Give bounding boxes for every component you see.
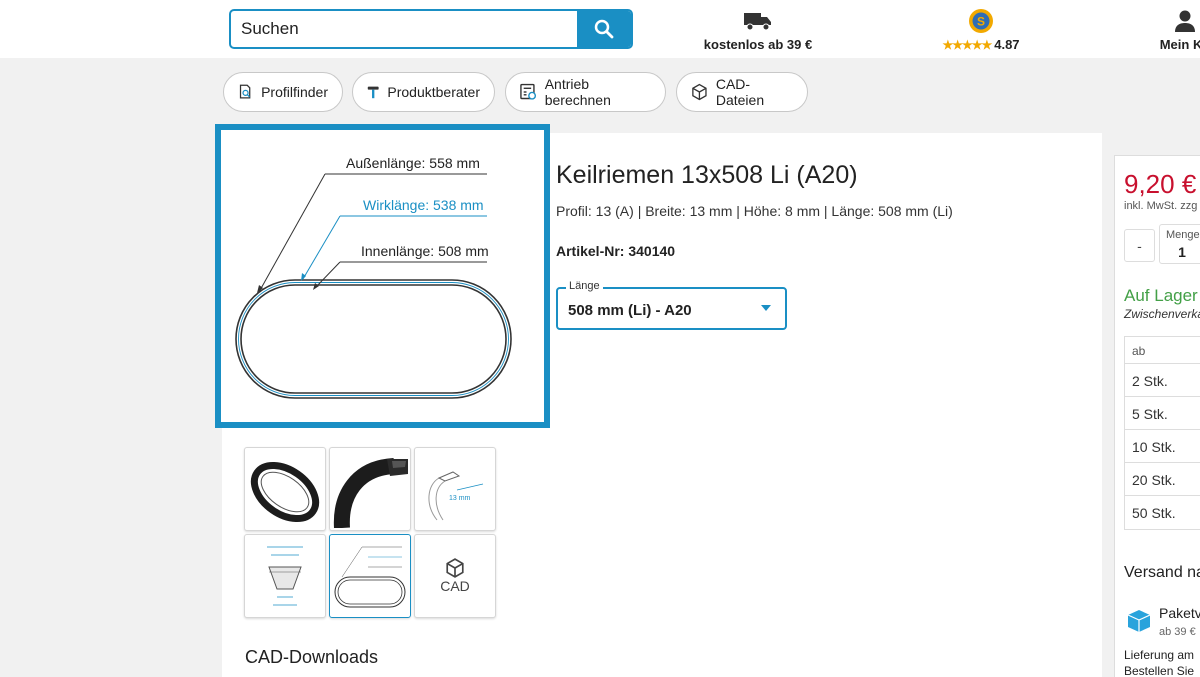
quantity-decrease-button[interactable]: - [1124, 229, 1155, 262]
search-icon [594, 19, 614, 39]
chip-label: Produktberater [387, 84, 480, 100]
quantity-field[interactable]: Menge 1 [1159, 224, 1200, 264]
length-select[interactable]: Länge 508 mm (Li) - A20 [556, 280, 787, 330]
belt-length-diagram: Außenlänge: 558 mm Wirklänge: 538 mm Inn… [235, 155, 512, 399]
thumb-dimension: 13 mm [449, 495, 471, 502]
cube-icon [446, 558, 464, 578]
advisor-icon [367, 86, 379, 99]
cad-thumb-label: CAD [440, 578, 470, 594]
profile-search-icon [239, 84, 251, 99]
length-select-value: 508 mm (Li) - A20 [568, 302, 692, 319]
cube-icon [692, 83, 707, 101]
chip-label: Profilfinder [261, 84, 328, 100]
product-specs: Profil: 13 (A) | Breite: 13 mm | Höhe: 8… [556, 203, 953, 219]
order-by-line: Bestellen Sie [1124, 664, 1195, 677]
tier-row: 50 Stk. [1132, 505, 1176, 521]
tier-row: 10 Stk. [1125, 430, 1200, 463]
search-bar [229, 9, 633, 49]
pitch-length-label: Wirklänge: 538 mm [363, 197, 484, 213]
shipping-label: kostenlos ab 39 € [703, 37, 813, 52]
truck-icon [744, 13, 771, 31]
thumbnail-belt-length[interactable] [329, 534, 411, 618]
trusted-shops-icon: S [969, 9, 993, 33]
thumbnail-cad[interactable]: CAD [414, 534, 496, 618]
thumbnail-belt-profile[interactable] [244, 534, 326, 618]
quantity-label: Menge [1166, 229, 1200, 241]
outer-length-label: Außenlänge: 558 mm [346, 155, 480, 171]
free-shipping-info[interactable]: kostenlos ab 39 € [700, 8, 816, 52]
price-tax-note: inkl. MwSt. zzg [1124, 200, 1198, 212]
tier-header: ab [1125, 337, 1200, 364]
package-shipping-label: Paketv [1159, 605, 1200, 621]
length-select-label: Länge [566, 280, 603, 292]
shipping-heading: Versand na [1124, 564, 1200, 581]
belt-width-drawing: 13 mm [428, 471, 484, 521]
user-icon [1175, 10, 1195, 32]
cad-dateien-button[interactable]: CAD-Dateien [676, 72, 808, 112]
search-button[interactable] [577, 11, 631, 47]
price: 9,20 € [1124, 169, 1197, 199]
tier-row: 5 Stk. [1125, 397, 1200, 430]
shop-rating[interactable]: S ★★★★★ 4.87 [925, 8, 1037, 52]
belt-ring-image [250, 461, 320, 523]
inner-length-label: Innenlänge: 508 mm [361, 243, 489, 259]
produktberater-button[interactable]: Produktberater [352, 72, 495, 112]
package-icon [1127, 610, 1151, 632]
stock-status: Auf Lager [1124, 286, 1198, 305]
svg-text:S: S [977, 15, 985, 29]
chip-label: Antrieb berechnen [544, 76, 611, 108]
profilfinder-button[interactable]: Profilfinder [223, 72, 343, 112]
cad-downloads-heading: CAD-Downloads [245, 647, 379, 667]
quantity-discount-table: ab 2 Stk. 5 Stk. 10 Stk. 20 Stk. 50 Stk. [1124, 336, 1200, 530]
quantity-value[interactable]: 1 [1160, 244, 1200, 260]
tier-row: 2 Stk. [1125, 364, 1200, 397]
account-label: Mein Ko [1159, 37, 1200, 52]
article-number: Artikel-Nr: 340140 [556, 243, 676, 259]
belt-length-mini-drawing [334, 546, 406, 608]
product-title: Keilriemen 13x508 Li (A20) [556, 161, 858, 189]
thumbnail-belt-ring[interactable] [244, 447, 326, 531]
thumbnail-belt-width[interactable]: 13 mm [414, 447, 496, 531]
product-main-image[interactable]: Außenlänge: 558 mm Wirklänge: 538 mm Inn… [215, 124, 550, 428]
delivery-date-line: Lieferung am [1124, 648, 1195, 662]
site-header: kostenlos ab 39 € S ★★★★★ 4.87 Mein Ko [0, 0, 1200, 58]
buy-panel: 9,20 € inkl. MwSt. zzg - Menge 1 Auf Lag… [1114, 155, 1200, 677]
rating-value: 4.87 [994, 37, 1020, 52]
belt-profile-drawing [267, 546, 303, 606]
antrieb-berechnen-button[interactable]: Antrieb berechnen [505, 72, 666, 112]
stock-note: Zwischenverka [1124, 307, 1200, 321]
chevron-down-icon [761, 305, 771, 311]
chip-label: CAD-Dateien [715, 76, 765, 108]
calculator-icon [520, 83, 537, 100]
rating-stars: ★★★★★ [942, 37, 992, 52]
belt-closeup-image [333, 458, 408, 528]
tier-row: 20 Stk. [1125, 463, 1200, 496]
account-link[interactable]: Mein Ko [1140, 8, 1200, 52]
search-input[interactable] [231, 11, 579, 47]
package-shipping-note: ab 39 € [1159, 626, 1196, 638]
thumbnail-belt-closeup[interactable] [329, 447, 411, 531]
